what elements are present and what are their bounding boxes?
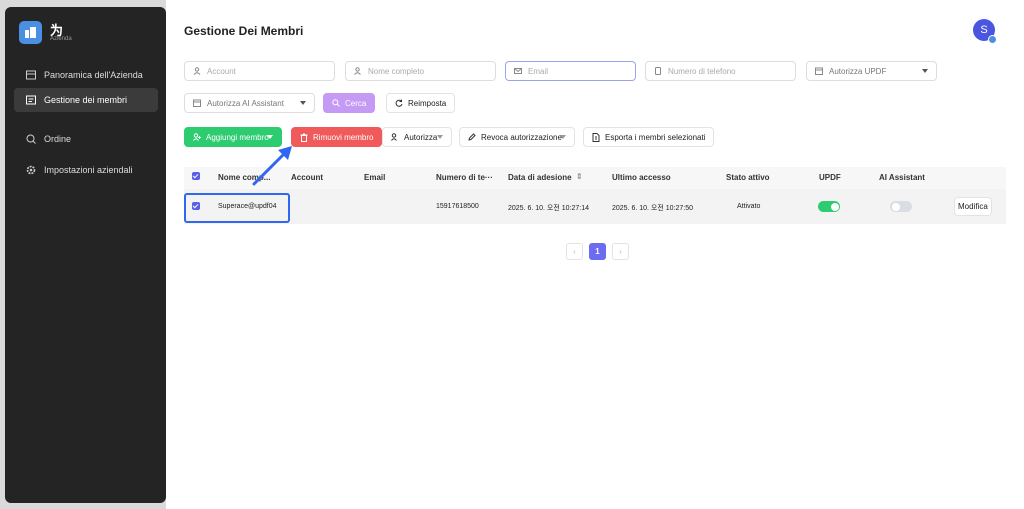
cell-status: Attivato bbox=[737, 203, 761, 210]
main-content: Gestione Dei Membri S Account Nome compl… bbox=[166, 0, 1024, 509]
mail-icon bbox=[514, 67, 522, 75]
page-title: Gestione Dei Membri bbox=[184, 24, 304, 38]
sidebar-item-label: Panoramica dell'Azienda bbox=[44, 70, 143, 80]
user-icon bbox=[193, 67, 201, 75]
sidebar-item-orders[interactable]: Ordine bbox=[14, 127, 158, 151]
table-row: Superace@updf04 15917618500 2025. 6. 10.… bbox=[184, 189, 1006, 224]
phone-placeholder: Numero di telefono bbox=[668, 66, 736, 76]
overview-icon bbox=[26, 70, 36, 80]
email-placeholder: Email bbox=[528, 66, 549, 76]
remove-member-label: Rimuovi membro bbox=[313, 132, 374, 142]
export-selected-button[interactable]: Esporta i membri selezionati bbox=[583, 127, 715, 147]
authorize-ai-placeholder: Autorizza AI Assistant bbox=[207, 98, 284, 108]
column-header-updf: UPDF bbox=[819, 173, 841, 182]
authorize-updf-select[interactable]: Autorizza UPDF bbox=[806, 61, 937, 81]
pagination-next-button[interactable]: › bbox=[612, 243, 629, 260]
user-check-icon bbox=[391, 133, 399, 141]
company-logo-icon bbox=[19, 21, 42, 44]
sidebar: 为 Azienda Panoramica dell'Azienda Gestio… bbox=[5, 7, 166, 503]
updf-toggle[interactable] bbox=[818, 201, 840, 212]
column-header-last-access: Ultimo accesso bbox=[612, 173, 671, 182]
ai-assistant-toggle[interactable] bbox=[890, 201, 912, 212]
chevron-down-icon bbox=[300, 101, 306, 105]
cell-last-access: 2025. 6. 10. 오전 10:27:50 bbox=[612, 205, 693, 212]
calendar-icon bbox=[815, 67, 823, 75]
column-header-phone: Numero di te··· bbox=[436, 173, 493, 182]
gear-icon bbox=[26, 165, 36, 175]
sidebar-item-label: Impostazioni aziendali bbox=[44, 165, 133, 175]
authorize-ai-select[interactable]: Autorizza AI Assistant bbox=[184, 93, 315, 113]
company-subtitle: Azienda bbox=[50, 36, 72, 42]
pencil-icon bbox=[468, 133, 476, 141]
table-header: Nome comp... Account Email Numero di te·… bbox=[184, 167, 1006, 189]
pagination-prev-button[interactable]: ‹ bbox=[566, 243, 583, 260]
email-input[interactable]: Email bbox=[505, 61, 636, 81]
reset-button-label: Reimposta bbox=[408, 98, 447, 108]
export-file-icon bbox=[592, 132, 600, 142]
members-icon bbox=[26, 95, 36, 105]
user-plus-icon bbox=[354, 67, 362, 75]
chevron-down-icon bbox=[437, 135, 443, 139]
pagination-page-1[interactable]: 1 bbox=[589, 243, 606, 260]
column-header-email: Email bbox=[364, 173, 386, 182]
phone-input[interactable]: Numero di telefono bbox=[645, 61, 796, 81]
revoke-authorization-button[interactable]: Revoca autorizzazione bbox=[459, 127, 575, 147]
row-highlight-box bbox=[184, 193, 290, 223]
column-header-ai-assistant: AI Assistant bbox=[879, 173, 925, 182]
search-icon bbox=[332, 99, 340, 107]
avatar-badge-icon bbox=[988, 35, 997, 44]
search-button[interactable]: Cerca bbox=[323, 93, 376, 113]
sidebar-item-label: Gestione dei membri bbox=[44, 95, 128, 105]
authorize-label: Autorizza bbox=[404, 132, 438, 142]
sidebar-item-overview[interactable]: Panoramica dell'Azienda bbox=[14, 63, 158, 87]
reset-button[interactable]: Reimposta bbox=[386, 93, 456, 113]
annotation-arrow-icon bbox=[252, 146, 292, 186]
refresh-icon bbox=[395, 99, 403, 107]
authorize-updf-placeholder: Autorizza UPDF bbox=[829, 66, 887, 76]
user-plus-icon bbox=[193, 133, 201, 141]
account-placeholder: Account bbox=[207, 66, 236, 76]
cell-joined: 2025. 6. 10. 오전 10:27:14 bbox=[508, 205, 589, 212]
authorize-button[interactable]: Autorizza bbox=[382, 127, 452, 147]
search-button-label: Cerca bbox=[345, 98, 367, 108]
cell-phone: 15917618500 bbox=[436, 203, 479, 210]
full-name-placeholder: Nome completo bbox=[368, 66, 425, 76]
trash-icon bbox=[300, 133, 308, 142]
column-header-status: Stato attivo bbox=[726, 173, 770, 182]
account-input[interactable]: Account bbox=[184, 61, 335, 81]
revoke-label: Revoca autorizzazione bbox=[481, 132, 562, 142]
phone-icon bbox=[654, 67, 662, 75]
orders-icon bbox=[26, 134, 36, 144]
select-all-checkbox[interactable] bbox=[192, 172, 200, 180]
column-header-joined[interactable]: Data di adesione bbox=[508, 173, 572, 182]
full-name-input[interactable]: Nome completo bbox=[345, 61, 496, 81]
sidebar-item-members[interactable]: Gestione dei membri bbox=[14, 88, 158, 112]
calendar-icon bbox=[193, 99, 201, 107]
sort-icon[interactable]: ⇕ bbox=[576, 172, 583, 181]
sidebar-item-label: Ordine bbox=[44, 134, 72, 144]
sidebar-item-settings[interactable]: Impostazioni aziendali bbox=[14, 158, 158, 182]
chevron-down-icon bbox=[922, 69, 928, 73]
export-label: Esporta i membri selezionati bbox=[605, 132, 706, 142]
remove-member-button[interactable]: Rimuovi membro bbox=[291, 127, 383, 147]
edit-button[interactable]: Modifica bbox=[954, 197, 992, 216]
chevron-down-icon bbox=[267, 135, 273, 139]
chevron-down-icon bbox=[560, 135, 566, 139]
